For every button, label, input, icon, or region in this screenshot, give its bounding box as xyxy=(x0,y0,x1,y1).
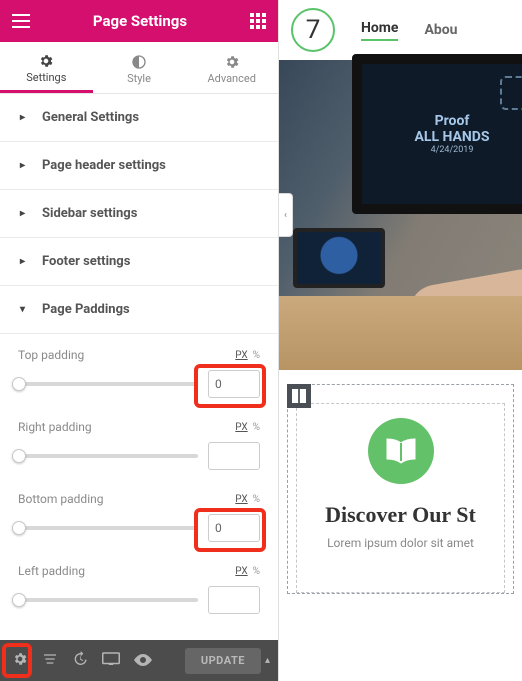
apps-grid-icon[interactable] xyxy=(250,13,266,29)
panel-footer: UPDATE ▴ xyxy=(0,640,278,681)
hero-image: ProofALL HANDS 4/24/2019 ‹ xyxy=(279,60,522,370)
bottom-padding-input[interactable] xyxy=(208,514,260,542)
top-padding-slider[interactable] xyxy=(18,376,198,392)
hero-monitor: ProofALL HANDS 4/24/2019 xyxy=(352,54,522,214)
update-more-icon[interactable]: ▴ xyxy=(265,655,270,666)
top-padding-control: Top padding PX % xyxy=(18,348,260,398)
hero-tablet xyxy=(293,228,385,288)
unit-toggle[interactable]: PX % xyxy=(235,494,260,505)
section-general-label: General Settings xyxy=(42,110,139,125)
logo-number: 7 xyxy=(306,15,321,45)
column[interactable]: Discover Our St Lorem ipsum dolor sit am… xyxy=(296,403,505,593)
section-general[interactable]: ▸ General Settings xyxy=(0,94,278,142)
site-nav: 7 Home Abou xyxy=(279,0,522,60)
nav-link-about[interactable]: Abou xyxy=(424,22,457,38)
bottom-padding-slider[interactable] xyxy=(18,520,198,536)
unit-toggle[interactable]: PX % xyxy=(235,350,260,361)
hamburger-icon[interactable] xyxy=(12,14,30,28)
caret-right-icon: ▸ xyxy=(20,112,30,123)
settings-panel: Page Settings Settings Style Advanced ▸ xyxy=(0,0,279,681)
preview-eye-icon[interactable] xyxy=(134,651,152,670)
section-paddings-label: Page Paddings xyxy=(42,302,130,317)
tab-settings[interactable]: Settings xyxy=(0,42,93,93)
book-icon xyxy=(368,418,434,484)
left-padding-control: Left padding PX % xyxy=(18,564,260,614)
panel-collapse-handle[interactable]: ‹ xyxy=(279,193,293,237)
panel-title: Page Settings xyxy=(93,12,187,30)
hero-desk xyxy=(279,296,522,370)
section-page-header-label: Page header settings xyxy=(42,158,166,173)
editor-section: Discover Our St Lorem ipsum dolor sit am… xyxy=(279,370,522,594)
section-page-header[interactable]: ▸ Page header settings xyxy=(0,142,278,190)
sections: ▸ General Settings ▸ Page header setting… xyxy=(0,94,278,640)
panel-tabs: Settings Style Advanced xyxy=(0,42,278,94)
right-padding-control: Right padding PX % xyxy=(18,420,260,470)
section-sidebar[interactable]: ▸ Sidebar settings xyxy=(0,190,278,238)
story-sub: Lorem ipsum dolor sit amet xyxy=(307,536,494,550)
tab-advanced-label: Advanced xyxy=(207,72,255,85)
tab-advanced[interactable]: Advanced xyxy=(185,42,278,93)
navigator-icon[interactable] xyxy=(42,651,58,671)
bottom-padding-label: Bottom padding xyxy=(18,492,103,506)
caret-right-icon: ▸ xyxy=(20,160,30,171)
section-wrapper[interactable]: Discover Our St Lorem ipsum dolor sit am… xyxy=(287,384,514,594)
section-page-paddings[interactable]: ▾ Page Paddings xyxy=(0,286,278,334)
nav-link-home[interactable]: Home xyxy=(361,20,398,41)
bottom-padding-control: Bottom padding PX % xyxy=(18,492,260,542)
column-handle-icon[interactable] xyxy=(287,384,311,408)
top-padding-input[interactable] xyxy=(208,370,260,398)
left-padding-input[interactable] xyxy=(208,586,260,614)
right-padding-input[interactable] xyxy=(208,442,260,470)
tab-style-label: Style xyxy=(127,72,151,85)
right-padding-slider[interactable] xyxy=(18,448,198,464)
story-heading: Discover Our St xyxy=(307,502,494,528)
settings-gear-icon[interactable] xyxy=(12,651,28,671)
update-button[interactable]: UPDATE xyxy=(185,648,261,674)
tab-settings-label: Settings xyxy=(26,71,66,84)
section-sidebar-label: Sidebar settings xyxy=(42,206,137,221)
responsive-icon[interactable] xyxy=(102,651,120,670)
caret-right-icon: ▸ xyxy=(20,256,30,267)
tab-style[interactable]: Style xyxy=(93,42,186,93)
left-padding-label: Left padding xyxy=(18,564,85,578)
unit-toggle[interactable]: PX % xyxy=(235,566,260,577)
top-padding-label: Top padding xyxy=(18,348,84,362)
left-padding-slider[interactable] xyxy=(18,592,198,608)
caret-right-icon: ▸ xyxy=(20,208,30,219)
section-footer-label: Footer settings xyxy=(42,254,130,269)
caret-down-icon: ▾ xyxy=(20,304,30,315)
unit-toggle[interactable]: PX % xyxy=(235,422,260,433)
page-preview: 7 Home Abou ProofALL HANDS 4/24/2019 ‹ xyxy=(279,0,522,681)
right-padding-label: Right padding xyxy=(18,420,92,434)
section-footer[interactable]: ▸ Footer settings xyxy=(0,238,278,286)
history-icon[interactable] xyxy=(72,651,88,671)
site-logo[interactable]: 7 xyxy=(291,8,335,52)
padding-controls: Top padding PX % Right padding PX % xyxy=(0,334,278,614)
panel-header: Page Settings xyxy=(0,0,278,42)
